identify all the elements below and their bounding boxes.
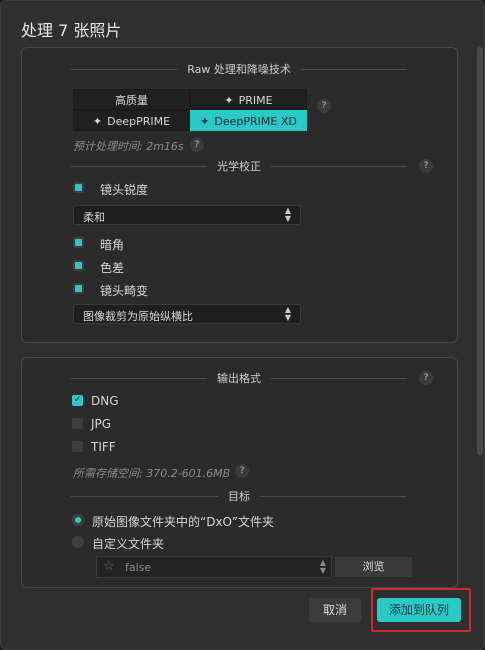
option-high-quality[interactable]: 高质量 (73, 89, 190, 110)
star-icon: ☆ (103, 559, 115, 574)
output-format-header-label: 输出格式 (217, 372, 261, 385)
option-deepprime[interactable]: ✦ DeepPRIME (73, 110, 190, 131)
lens-sharpness-label: 镜头锐度 (100, 183, 149, 197)
sparkle-icon: ✦ (224, 94, 234, 107)
distortion-checkbox[interactable] (73, 283, 84, 294)
add-to-queue-button[interactable]: 添加到队列 (377, 598, 461, 622)
cancel-button[interactable]: 取消 (309, 598, 361, 622)
crop-select[interactable]: 图像裁剪为原始纵横比 ▲ ▼ (73, 304, 301, 324)
custom-folder-value: false (125, 561, 152, 574)
raw-header: Raw 处理和降噪技术 (71, 62, 408, 76)
dng-label: DNG (91, 394, 119, 408)
storage-help-icon[interactable]: ? (235, 464, 249, 478)
option-high-quality-label: 高质量 (115, 94, 148, 107)
lens-sharpness-checkbox[interactable] (73, 182, 84, 193)
option-deepprime-xd[interactable]: ✦ DeepPRIME XD (190, 110, 307, 131)
original-folder-label: 原始图像文件夹中的“DxO”文件夹 (92, 515, 275, 529)
stepper-icon: ▲ ▼ (319, 558, 326, 575)
vignetting-checkbox[interactable] (73, 237, 84, 248)
dng-checkbox[interactable]: ✓ (72, 395, 83, 406)
sharpness-select[interactable]: 柔和 ▲ ▼ (73, 205, 301, 225)
option-deepprime-xd-label: DeepPRIME XD (214, 115, 297, 128)
option-prime-label: PRIME (238, 94, 273, 107)
sharpness-select-value: 柔和 (83, 211, 105, 224)
storage-required: 所需存储空间: 370.2-601.6MB (73, 467, 231, 480)
dialog-title: 处理 7 张照片 (21, 21, 122, 40)
distortion-label: 镜头畸变 (100, 284, 149, 298)
optics-header: 光学校正 (71, 159, 407, 173)
destination-header-label: 目标 (228, 490, 250, 503)
browse-button[interactable]: 浏览 (334, 556, 413, 578)
chromatic-aberration-checkbox[interactable] (73, 260, 84, 271)
stepper-icon: ▲ ▼ (284, 206, 291, 223)
optics-help-icon[interactable]: ? (419, 159, 433, 173)
jpg-label: JPG (91, 417, 112, 431)
processing-time-estimate: 预计处理时间: 2m16s (73, 140, 184, 153)
sparkle-icon: ✦ (200, 115, 210, 128)
jpg-checkbox[interactable] (72, 418, 83, 429)
chromatic-aberration-label: 色差 (100, 261, 125, 275)
process-photos-dialog: 处理 7 张照片 Raw 处理和降噪技术 高质量 ✦ PRIME ✦ DeepPRI… (0, 0, 485, 650)
estimate-help-icon[interactable]: ? (190, 138, 204, 152)
crop-select-value: 图像裁剪为原始纵横比 (83, 310, 193, 323)
vignetting-label: 暗角 (100, 238, 125, 252)
raw-help-icon[interactable]: ? (317, 99, 331, 113)
option-prime[interactable]: ✦ PRIME (190, 89, 307, 110)
raw-header-label: Raw 处理和降噪技术 (187, 63, 291, 76)
sparkle-icon: ✦ (92, 115, 103, 128)
output-help-icon[interactable]: ? (419, 371, 433, 385)
destination-header: 目标 (71, 489, 407, 503)
tiff-label: TIFF (91, 440, 116, 454)
custom-folder-select[interactable]: ☆ false ▲ ▼ (96, 556, 332, 578)
tiff-checkbox[interactable] (72, 441, 83, 452)
stepper-icon: ▲ ▼ (284, 305, 291, 322)
option-deepprime-label: DeepPRIME (107, 115, 171, 128)
original-folder-radio[interactable] (72, 514, 84, 526)
output-format-header: 输出格式 (71, 371, 407, 385)
custom-folder-radio[interactable] (72, 536, 84, 548)
optics-header-label: 光学校正 (217, 160, 261, 173)
custom-folder-label: 自定义文件夹 (92, 537, 165, 551)
scrollbar[interactable] (477, 47, 483, 455)
